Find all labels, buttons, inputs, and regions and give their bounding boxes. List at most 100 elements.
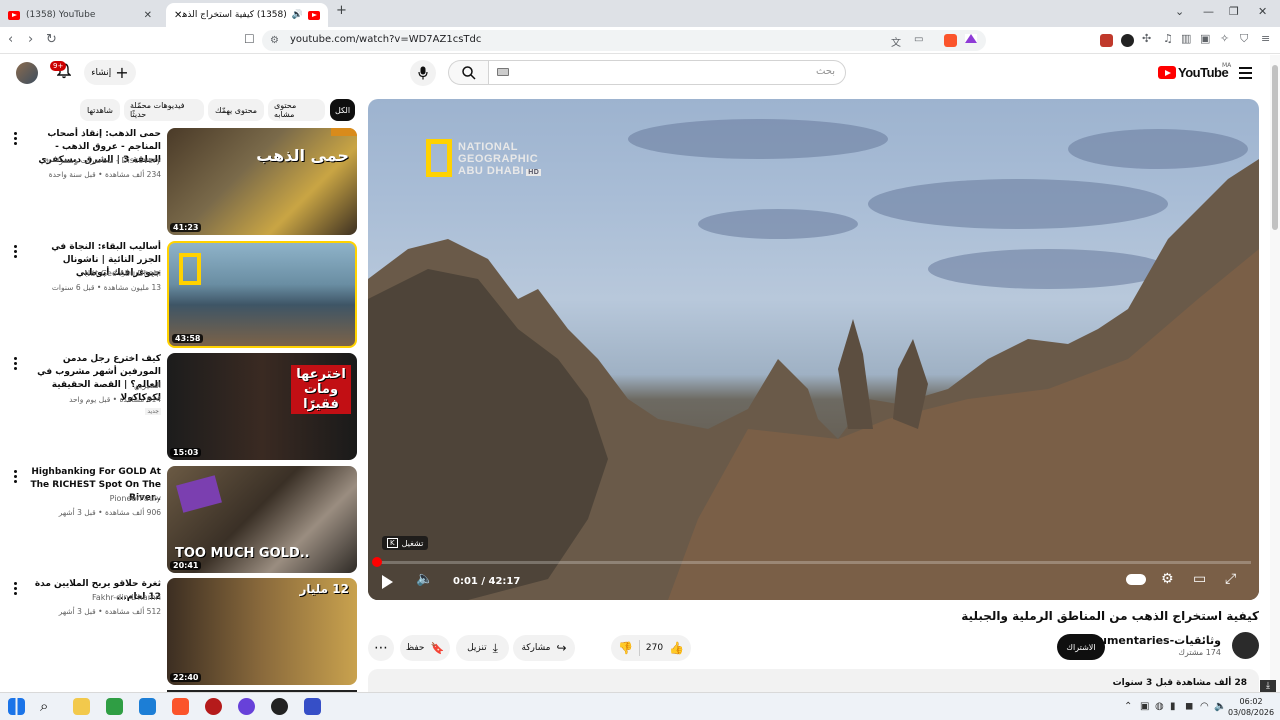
list-item[interactable]: ثغرة حلاقو يربح الملايين مدة 12 لعام... … bbox=[0, 578, 360, 686]
rec-thumbnail[interactable]: 43:58 bbox=[167, 241, 357, 348]
voice-search-button[interactable] bbox=[410, 60, 436, 86]
rec-thumbnail[interactable]: TOO MUCH GOLD.. 20:41 bbox=[167, 466, 357, 573]
more-vertical-icon[interactable] bbox=[14, 357, 18, 372]
like-count[interactable]: 270 bbox=[646, 643, 663, 653]
page-scrollbar[interactable] bbox=[1270, 55, 1280, 692]
extension-icon[interactable] bbox=[1121, 34, 1134, 47]
minimize-button[interactable]: — bbox=[1203, 5, 1214, 18]
rec-thumbnail[interactable]: حمى الذهب 41:23 bbox=[167, 128, 357, 235]
mail-icon[interactable] bbox=[139, 698, 156, 715]
download-button[interactable]: تنزيل ⤓ bbox=[456, 635, 509, 661]
channel-avatar[interactable] bbox=[1232, 632, 1259, 659]
bookmark-icon[interactable]: ☐ bbox=[244, 32, 255, 46]
rec-thumbnail[interactable]: اخترعها ومات فقيرًا 15:03 bbox=[167, 353, 357, 460]
fullscreen-icon[interactable]: ⤢ bbox=[1225, 571, 1236, 587]
vpn-icon[interactable]: ⛉ bbox=[1240, 32, 1248, 46]
browser-tab-youtube[interactable]: (1358) YouTube ✕ bbox=[0, 3, 160, 27]
more-vertical-icon[interactable] bbox=[14, 132, 18, 147]
search-icon[interactable]: ⌕ bbox=[40, 698, 57, 715]
rec-channel[interactable]: Fakhr-din L'hamri bbox=[92, 593, 161, 602]
progress-scrubber[interactable] bbox=[372, 557, 382, 567]
app-icon[interactable] bbox=[205, 698, 222, 715]
play-icon[interactable] bbox=[382, 575, 393, 589]
puzzle-icon[interactable]: ✣ bbox=[1142, 32, 1151, 45]
audio-playing-icon[interactable]: 🔊 bbox=[292, 10, 303, 20]
file-explorer-icon[interactable] bbox=[73, 698, 90, 715]
chevron-up-icon[interactable]: ⌃ bbox=[1124, 701, 1132, 712]
progress-bar[interactable] bbox=[376, 561, 1251, 564]
volume-icon[interactable]: 🔈 bbox=[416, 571, 433, 587]
subscribe-button[interactable]: الاشتراك bbox=[1057, 634, 1105, 660]
share-button[interactable]: مشاركة ↪ bbox=[513, 635, 575, 661]
translate-icon[interactable]: 文 bbox=[891, 34, 901, 49]
tab-close-icon[interactable]: ✕ bbox=[174, 10, 182, 21]
back-icon[interactable]: ‹ bbox=[8, 32, 13, 47]
search-input[interactable]: بحث bbox=[488, 60, 846, 85]
avatar[interactable] bbox=[16, 62, 38, 84]
tray-icon[interactable]: ▣ bbox=[1140, 701, 1149, 712]
app-icon[interactable] bbox=[304, 698, 321, 715]
scroll-thumb[interactable] bbox=[1272, 65, 1278, 230]
browser-tab-video[interactable]: 🔊 (1358) كيفية استخراج الذهب من ✕ bbox=[166, 3, 328, 27]
taskbar-clock[interactable]: 06:02 03/08/2026 bbox=[1228, 696, 1274, 718]
search-button[interactable] bbox=[448, 60, 489, 85]
brave-shields-icon[interactable] bbox=[944, 34, 957, 47]
close-window-button[interactable]: ✕ bbox=[1258, 5, 1267, 18]
list-item[interactable]: كيف اخترع رجل مدمن المورفين أشهر مشروب ف… bbox=[0, 353, 360, 461]
extension-icon[interactable] bbox=[1100, 34, 1113, 47]
rec-channel[interactable]: الشيرين bbox=[134, 381, 161, 390]
speaker-icon[interactable]: 🔈 bbox=[1214, 701, 1226, 712]
create-button[interactable]: إنشاء + bbox=[84, 60, 136, 85]
app-icon[interactable] bbox=[106, 698, 123, 715]
sidebar-icon[interactable]: ▥ bbox=[1181, 32, 1191, 45]
tab-search-icon[interactable]: ⌄ bbox=[1175, 5, 1184, 18]
chip-all[interactable]: الكل bbox=[330, 99, 355, 121]
youtube-logo[interactable]: YouTube bbox=[1158, 65, 1229, 80]
dislike-icon[interactable]: 👎 bbox=[618, 641, 633, 655]
restore-button[interactable]: ❐ bbox=[1229, 5, 1239, 18]
more-vertical-icon[interactable] bbox=[14, 245, 18, 260]
like-icon[interactable]: 👍 bbox=[669, 641, 684, 655]
tray-icon[interactable]: ▮ bbox=[1170, 701, 1176, 712]
site-info-icon[interactable]: ⚙ bbox=[270, 35, 279, 46]
keyboard-icon[interactable] bbox=[497, 68, 509, 76]
reload-icon[interactable]: ↻ bbox=[46, 32, 57, 47]
list-item[interactable]: حمى الذهب: إنقاذ أصحاب المناجم - عروق ال… bbox=[0, 128, 360, 236]
more-vertical-icon[interactable] bbox=[14, 470, 18, 485]
wifi-icon[interactable]: ◠ bbox=[1200, 701, 1209, 712]
new-tab-button[interactable]: + bbox=[336, 3, 347, 18]
chip-for-you[interactable]: محتوى يهمّك bbox=[208, 99, 264, 121]
more-actions-button[interactable]: ⋯ bbox=[368, 635, 394, 661]
rec-channel[interactable]: PioneerPauly bbox=[110, 494, 161, 503]
chip-recently-uploaded[interactable]: فيديوهات محمّلة حديثًا bbox=[124, 99, 204, 121]
list-item[interactable]: Highbanking For GOLD At The RICHEST Spot… bbox=[0, 466, 360, 574]
app-icon[interactable] bbox=[238, 698, 255, 715]
hamburger-menu-icon[interactable] bbox=[1239, 67, 1252, 82]
browser-menu-icon[interactable]: ≡ bbox=[1261, 32, 1270, 45]
music-icon[interactable]: ♫ bbox=[1163, 32, 1173, 45]
rec-channel[interactable]: Nat Geo Abu Dhabi bbox=[84, 269, 161, 278]
chip-watched[interactable]: شاهدتها bbox=[80, 99, 120, 121]
leo-icon[interactable]: ✧ bbox=[1220, 32, 1229, 45]
download-indicator-icon[interactable]: ⤓ bbox=[1260, 680, 1276, 692]
url-text[interactable]: youtube.com/watch?v=WD7AZ1csTdc bbox=[290, 34, 481, 45]
brave-rewards-icon[interactable] bbox=[965, 34, 977, 43]
chip-similar[interactable]: محتوى مشابه bbox=[268, 99, 325, 121]
app-icon[interactable] bbox=[271, 698, 288, 715]
more-vertical-icon[interactable] bbox=[14, 582, 18, 597]
tray-icon[interactable]: ◼ bbox=[1185, 701, 1193, 712]
cast-icon[interactable]: ▭ bbox=[914, 34, 923, 45]
autoplay-toggle[interactable] bbox=[1126, 574, 1146, 585]
wallet-icon[interactable]: ▣ bbox=[1200, 32, 1210, 45]
brave-browser-icon[interactable] bbox=[172, 698, 189, 715]
tray-icon[interactable]: ◍ bbox=[1155, 701, 1164, 712]
windows-start-icon[interactable] bbox=[8, 698, 25, 715]
rec-thumbnail[interactable]: 12 مليار 22:40 bbox=[167, 578, 357, 685]
rec-channel[interactable]: Discovery - محاضرات وسفر bbox=[59, 156, 161, 165]
subtitles-icon[interactable]: ▭ bbox=[1193, 571, 1206, 587]
list-item[interactable]: أساليب البقاء: النجاة في الجزر النائية |… bbox=[0, 241, 360, 349]
video-player[interactable]: NATIONAL GEOGRAPHIC ABU DHABI HD K تشغيل … bbox=[368, 99, 1259, 600]
settings-gear-icon[interactable]: ⚙ bbox=[1161, 571, 1174, 587]
forward-icon[interactable]: › bbox=[28, 32, 33, 47]
tab-close-icon[interactable]: ✕ bbox=[144, 10, 152, 21]
